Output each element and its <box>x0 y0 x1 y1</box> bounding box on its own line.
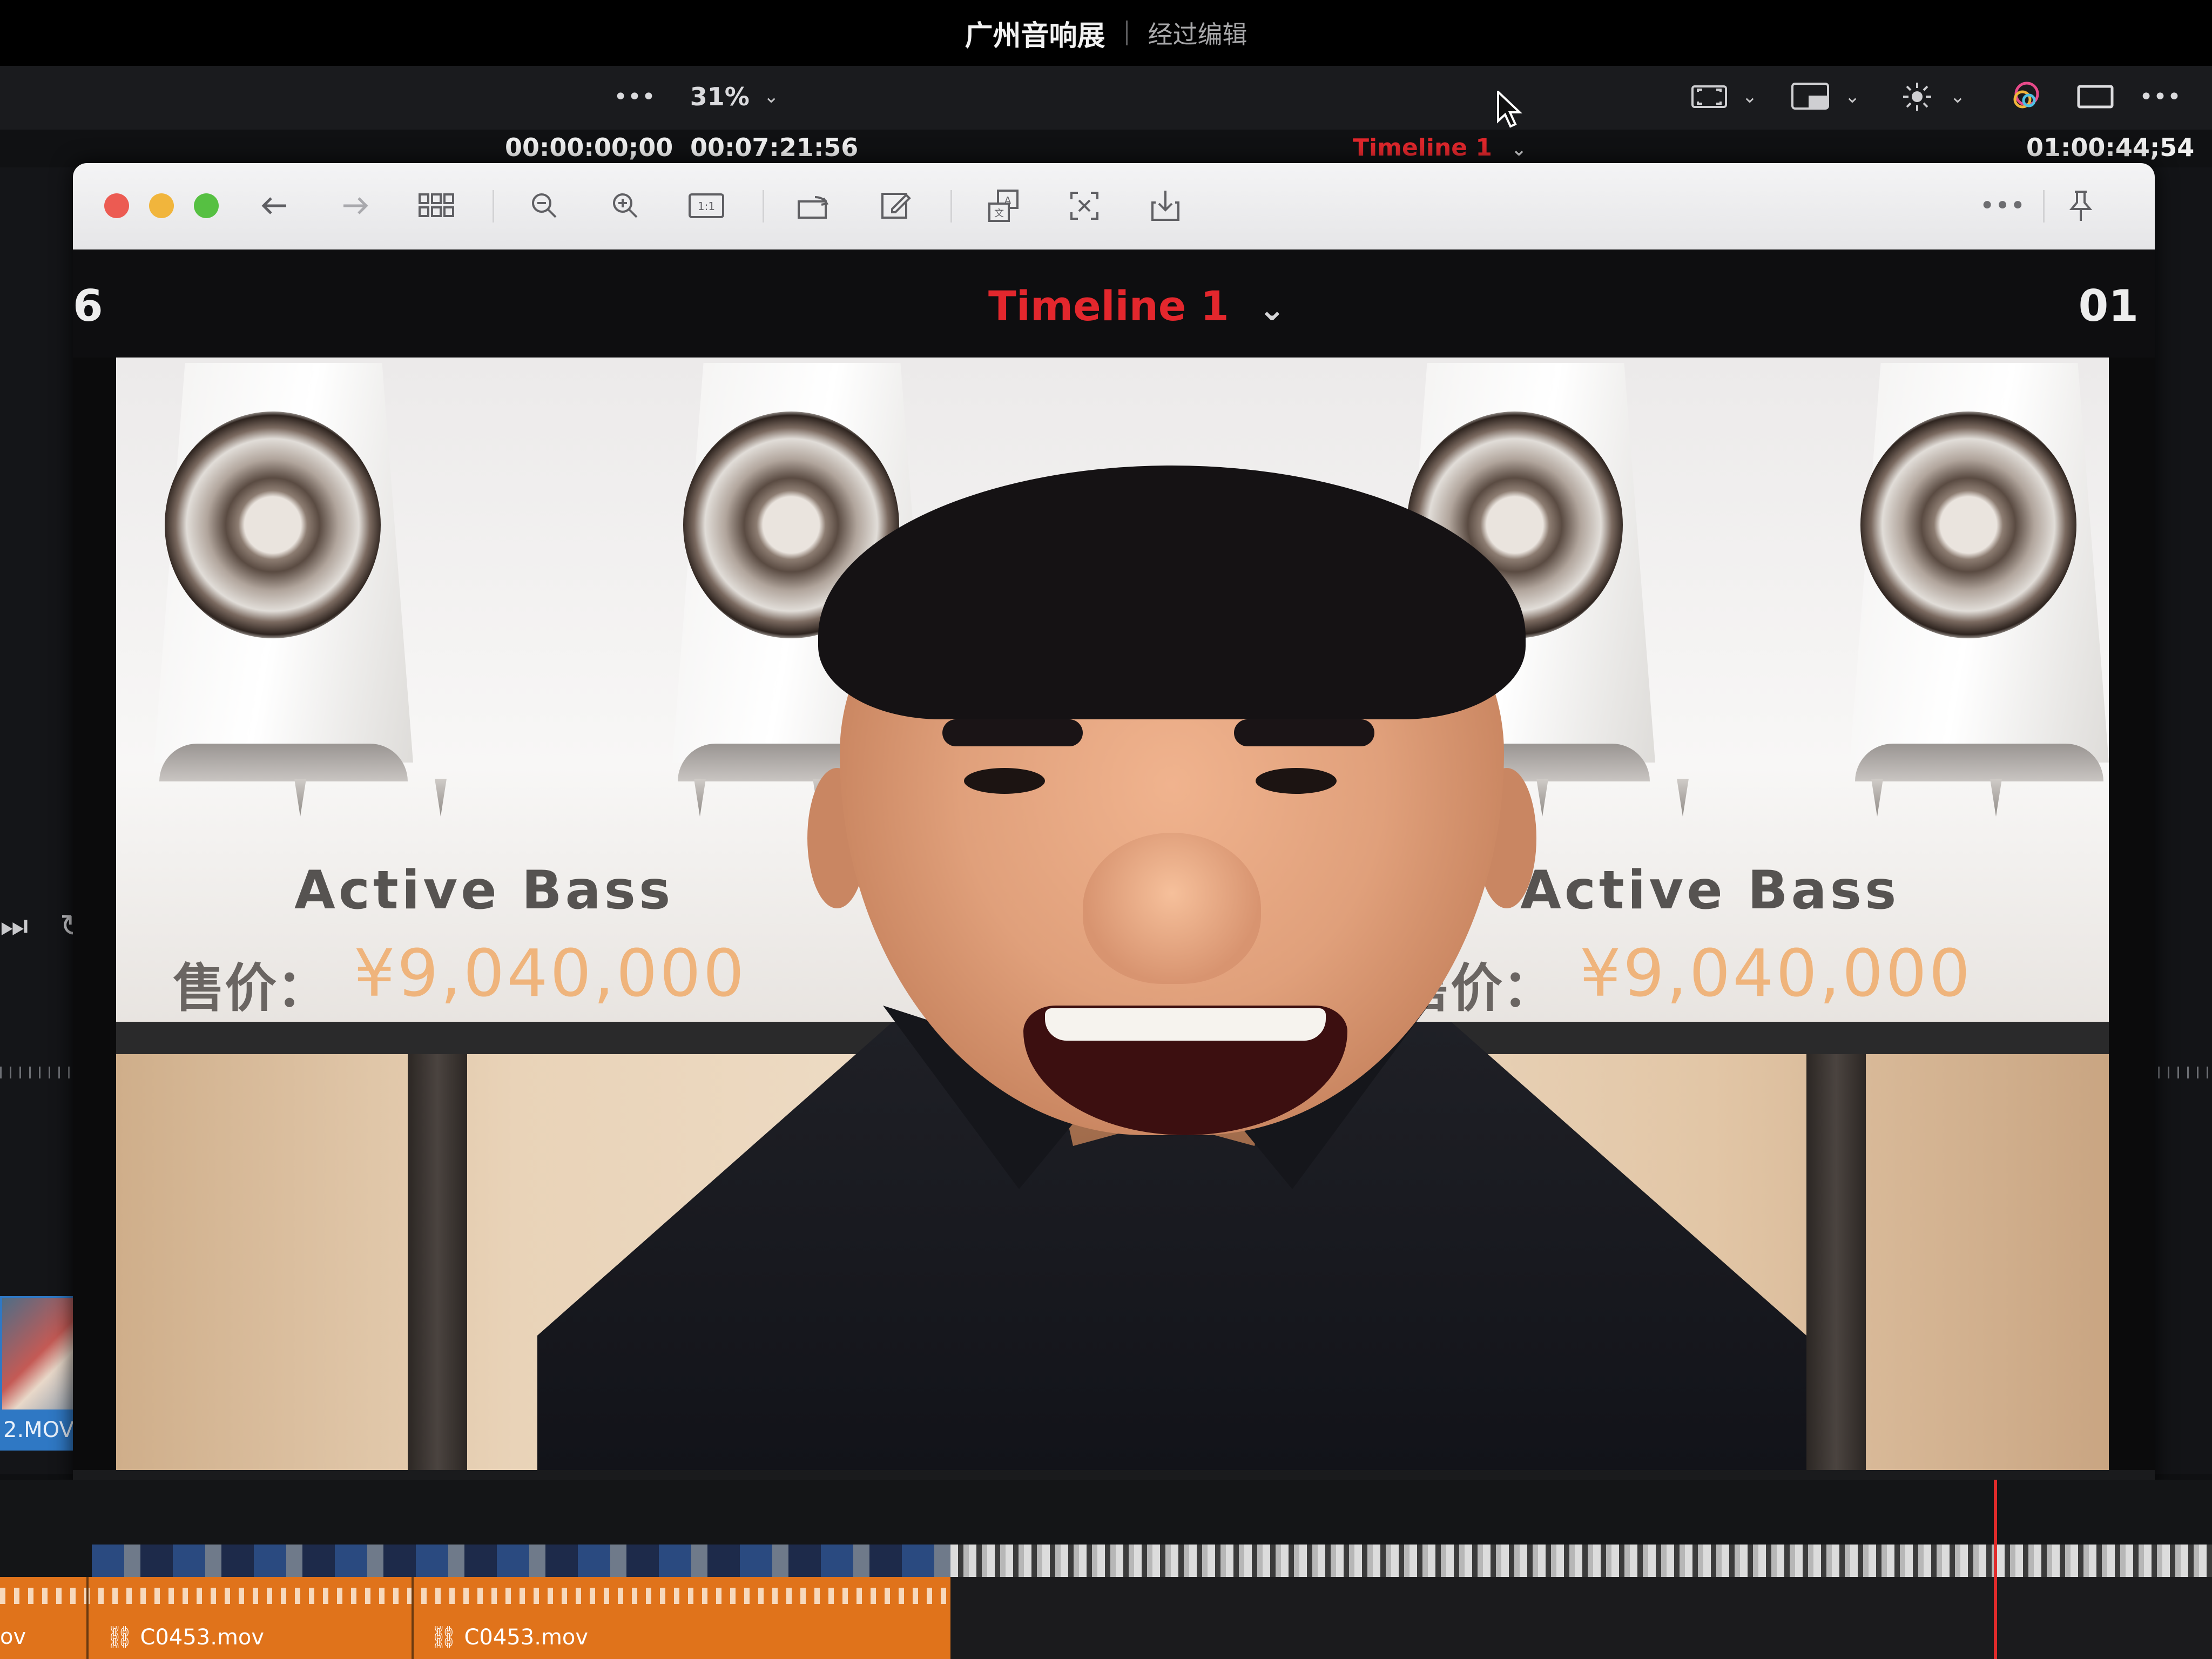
app-title-bar: 广州音响展 经过编辑 <box>0 0 2212 66</box>
effects-overlay-icon[interactable] <box>1893 78 1941 116</box>
audio-track-empty <box>950 1577 2212 1659</box>
audio-waveform <box>0 1588 950 1604</box>
clip-divider <box>412 1577 414 1659</box>
video-track-thumbnails[interactable] <box>950 1545 2212 1577</box>
window-mode-icon[interactable] <box>2071 78 2120 116</box>
more-button[interactable]: ••• <box>1979 187 2026 225</box>
rotate-button[interactable] <box>794 187 835 225</box>
zoom-value: 31% <box>690 82 750 111</box>
timecode-row: 00:00:00;00 00:07:21:56 Timeline 1 ⌄ 01:… <box>0 130 2212 167</box>
svg-text:1:1: 1:1 <box>698 200 715 213</box>
toolbar-separator <box>493 190 494 222</box>
viewer-toolbar: ••• 31% ⌄ ⌄ ⌄ ⌄ ••• <box>0 66 2212 130</box>
clip-divider <box>86 1577 89 1659</box>
mouse-cursor-icon <box>1497 91 1523 128</box>
live-text-button[interactable] <box>1064 187 1105 225</box>
chevron-down-icon: ⌄ <box>763 86 779 107</box>
audio-clip-name: ⛓ C0453.mov <box>106 1625 265 1650</box>
live-text-icon <box>1070 192 1098 220</box>
back-button[interactable] <box>254 187 295 225</box>
playhead[interactable] <box>1994 1480 1997 1659</box>
inner-timeline-selector: Timeline 1 ⌄ <box>988 282 1285 330</box>
more-icon: ••• <box>613 83 656 111</box>
chevron-down-icon[interactable]: ⌄ <box>1839 78 1866 116</box>
presenter <box>537 466 1806 1470</box>
close-button[interactable] <box>104 193 129 218</box>
duration-timecode: 00:07:21:56 <box>690 133 859 162</box>
inner-timecode-left: 6 <box>73 281 103 331</box>
preview-window: 1:1 A文 ••• 6 Timeline 1 ⌄ 01 Active Bass… <box>73 163 2155 1497</box>
fullscreen-button[interactable] <box>194 193 219 218</box>
minimize-button[interactable] <box>149 193 174 218</box>
title-separator <box>1125 21 1128 45</box>
chevron-down-icon[interactable]: ⌄ <box>1736 78 1763 116</box>
video-frame: Active Bass 售价： ¥9,040,000 Active Bass 售… <box>116 358 2109 1470</box>
share-button[interactable] <box>1145 187 1186 225</box>
zoom-dropdown[interactable]: 31% ⌄ <box>690 78 779 116</box>
translate-button[interactable]: A文 <box>983 187 1024 225</box>
rotate-icon <box>798 196 829 219</box>
markup-button[interactable] <box>875 187 916 225</box>
inner-timecode-right: 01 <box>2078 281 2139 331</box>
arrow-right-icon <box>343 197 368 214</box>
toolbar-separator <box>950 190 952 222</box>
speaker-image <box>1828 363 2130 817</box>
left-panel <box>0 167 81 1474</box>
project-title: 广州音响展 <box>965 19 1105 52</box>
speaker-image <box>132 363 447 817</box>
svg-text:文: 文 <box>994 208 1004 219</box>
record-timecode: 01:00:44;54 <box>2026 133 2195 162</box>
chevron-down-icon[interactable]: ⌄ <box>1944 78 1971 116</box>
color-wheel-icon[interactable] <box>2001 78 2049 116</box>
chevron-down-icon: ⌄ <box>1258 291 1286 328</box>
svg-text:A: A <box>1004 195 1011 206</box>
playback-quality-icon[interactable] <box>1788 78 1836 116</box>
pin-icon <box>2069 191 2093 221</box>
price-label-left: 售价： <box>173 958 328 1019</box>
source-timecode: 00:00:00;00 <box>505 133 673 162</box>
zoom-out-icon <box>532 193 557 218</box>
translate-icon: A文 <box>988 190 1019 222</box>
actual-size-button[interactable]: 1:1 <box>686 187 727 225</box>
zoom-in-icon <box>613 193 638 218</box>
more-icon: ••• <box>1979 191 2026 221</box>
toolbar-separator <box>763 190 764 222</box>
markup-icon <box>881 193 911 219</box>
timeline-name: Timeline 1 <box>1353 134 1493 161</box>
toolbar-separator <box>2043 190 2045 222</box>
grid-icon <box>419 193 454 217</box>
preview-toolbar: 1:1 A文 ••• <box>73 163 2155 251</box>
more-icon: ••• <box>2139 83 2181 111</box>
skip-to-end-icon[interactable]: ⏭ <box>0 907 28 944</box>
audio-clip-name: ov <box>0 1624 26 1649</box>
inner-timeline-name: Timeline 1 <box>988 282 1229 330</box>
project-status: 经过编辑 <box>1148 20 1247 49</box>
timeline: ov ⛓ C0453.mov ⛓ C0453.mov <box>0 1480 2212 1659</box>
arrow-left-icon <box>261 197 286 214</box>
timeline-selector[interactable]: Timeline 1 ⌄ <box>1353 134 1527 161</box>
audio-clip-name: ⛓ C0453.mov <box>430 1625 589 1650</box>
more-options-button[interactable]: ••• <box>610 78 659 116</box>
actual-size-icon: 1:1 <box>689 193 724 218</box>
chevron-down-icon: ⌄ <box>1511 139 1527 160</box>
inner-viewer-header: 6 Timeline 1 ⌄ 01 <box>73 249 2155 358</box>
download-icon <box>1151 191 1179 221</box>
viewer-fit-icon[interactable] <box>1685 78 1734 116</box>
viewer-more-button[interactable]: ••• <box>2136 78 2184 116</box>
zoom-out-button[interactable] <box>524 187 565 225</box>
grid-view-button[interactable] <box>416 187 457 225</box>
forward-button[interactable] <box>335 187 376 225</box>
zoom-in-button[interactable] <box>605 187 646 225</box>
pin-button[interactable] <box>2060 187 2101 225</box>
